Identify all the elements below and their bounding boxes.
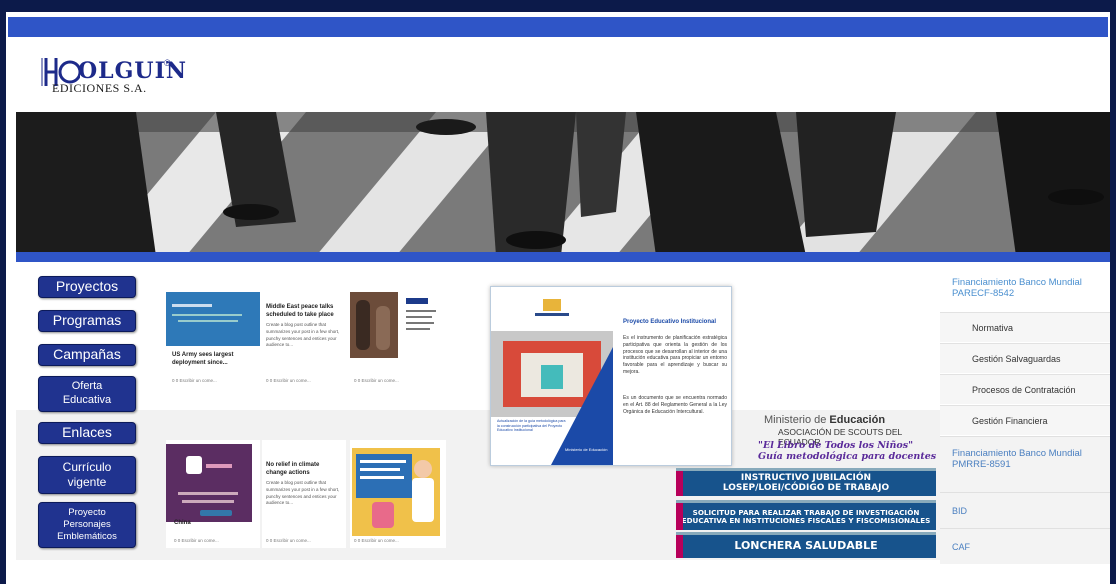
logo-registered-mark: ® xyxy=(164,58,171,68)
right-link-bid[interactable]: BID xyxy=(940,492,1110,528)
banner-solicitud-investigacion[interactable]: SOLICITUD PARA REALIZAR TRABAJO DE INVES… xyxy=(676,500,936,530)
card-2-title[interactable]: Middle East peace talks scheduled to tak… xyxy=(266,304,342,319)
banner-1-line-2: LOSEP/LOEI/CÓDIGO DE TRABAJO xyxy=(722,482,890,493)
card-4-title[interactable]: China xyxy=(174,520,191,528)
feature-paragraph-1: Es el instrumento de planificación estra… xyxy=(623,335,727,375)
card-3-side-image xyxy=(402,296,442,352)
right-item-gestion-financiera[interactable]: Gestión Financiera xyxy=(940,405,1110,435)
nav-button-enlaces[interactable]: Enlaces xyxy=(38,422,136,444)
card-6-thumbnail xyxy=(352,448,440,536)
right-heading-parecf[interactable]: Financiamiento Banco Mundial PARECF-8542 xyxy=(952,277,1110,300)
blog-card-5[interactable]: No relief in climate change actions Crea… xyxy=(262,440,346,548)
scouts-guide-subtitle: Guía metodológica para docentes xyxy=(758,451,937,462)
banner-3-line-1: LONCHERA SALUDABLE xyxy=(734,539,878,553)
holguin-logo[interactable]: OLGUIN ® EDICIONES S.A. xyxy=(38,44,188,104)
card-1-title[interactable]: US Army sees largest deployment since... xyxy=(172,352,256,367)
blog-card-2[interactable]: Middle East peace talks scheduled to tak… xyxy=(262,292,346,388)
banner-lonchera-saludable[interactable]: LONCHERA SALUDABLE xyxy=(676,532,936,558)
right-link-caf[interactable]: CAF xyxy=(940,528,1110,564)
right-item-gestion-salvaguardas[interactable]: Gestión Salvaguardas xyxy=(940,343,1110,373)
right-sidebar: Financiamiento Banco Mundial PARECF-8542… xyxy=(940,270,1110,570)
card-5-title[interactable]: No relief in climate change actions xyxy=(266,462,342,477)
nav-button-programas[interactable]: Programas xyxy=(38,310,136,332)
card-4-thumbnail xyxy=(166,444,252,522)
blog-card-4[interactable]: China 0 0 Escribir un come... xyxy=(166,440,260,548)
card-1-footer: 0 0 Escribir un come... xyxy=(172,378,217,383)
feature-cover-image: Actualización de la guía metodológica pa… xyxy=(491,287,613,465)
logo-subtitle: EDICIONES S.A. xyxy=(52,81,147,95)
crosswalk-photo xyxy=(16,112,1110,256)
blog-card-6[interactable]: 0 0 Escribir un come... xyxy=(350,440,446,548)
card-4-footer: 0 0 Escribir un come... xyxy=(174,538,219,543)
banner-2-line-2: EDUCATIVA EN INSTITUCIONES FISCALES Y FI… xyxy=(681,515,931,525)
right-heading-pmrre[interactable]: Financiamiento Banco Mundial PMRRE-8591 xyxy=(940,436,1110,492)
blog-card-3[interactable]: 0 0 Escribir un come... xyxy=(350,292,446,388)
card-5-footer: 0 0 Escribir un come... xyxy=(266,538,311,543)
scouts-book-title: "El Libro de Todos los Niños" xyxy=(758,440,914,451)
nav-button-curriculo-vigente[interactable]: Currículo vigente xyxy=(38,456,136,494)
nav-button-personajes-emblematicos[interactable]: Proyecto Personajes Emblemáticos xyxy=(38,502,136,548)
scouts-guide-block[interactable]: Ministerio de Educación ASOCIACIÓN DE SC… xyxy=(740,412,940,464)
right-item-procesos-contratacion[interactable]: Procesos de Contratación xyxy=(940,374,1110,404)
card-2-footer: 0 0 Escribir un come... xyxy=(266,378,311,383)
right-item-normativa[interactable]: Normativa xyxy=(940,312,1110,342)
blog-card-1[interactable]: US Army sees largest deployment since...… xyxy=(166,292,260,388)
hero-banner-image xyxy=(16,112,1110,256)
right-heading-pmrre-text: Financiamiento Banco Mundial PMRRE-8591 xyxy=(952,448,1082,470)
card-3-footer: 0 0 Escribir un come... xyxy=(354,378,399,383)
scouts-ministry-prefix: Ministerio de xyxy=(764,414,830,426)
card-6-footer: 0 0 Escribir un come... xyxy=(354,538,399,543)
feature-image-ministry: Ministerio de Educación xyxy=(565,447,608,452)
feature-image-caption: Actualización de la guía metodológica pa… xyxy=(497,419,566,433)
scouts-ministry-line: Ministerio de Educación xyxy=(764,414,885,426)
card-1-thumbnail xyxy=(166,292,260,346)
card-2-excerpt: Create a blog post outline that summariz… xyxy=(266,322,340,348)
feature-card-pei[interactable]: Actualización de la guía metodológica pa… xyxy=(490,286,732,466)
nav-button-oferta-educativa[interactable]: Oferta Educativa xyxy=(38,376,136,412)
card-5-excerpt: Create a blog post outline that summariz… xyxy=(266,480,340,506)
hero-bottom-bar xyxy=(16,252,1110,262)
feature-title[interactable]: Proyecto Educativo Institucional xyxy=(623,319,716,325)
nav-button-proyectos[interactable]: Proyectos xyxy=(38,276,136,298)
banner-instructivo-jubilacion[interactable]: INSTRUCTIVO JUBILACIÓN LOSEP/LOEI/CÓDIGO… xyxy=(676,468,936,496)
scouts-ministry-strong: Educación xyxy=(829,414,886,426)
nav-button-campanas[interactable]: Campañas xyxy=(38,344,136,366)
card-3-thumbnail xyxy=(350,292,398,358)
feature-paragraph-2: Es un documento que se encuentra normado… xyxy=(623,395,727,415)
top-accent-bar xyxy=(8,17,1108,37)
